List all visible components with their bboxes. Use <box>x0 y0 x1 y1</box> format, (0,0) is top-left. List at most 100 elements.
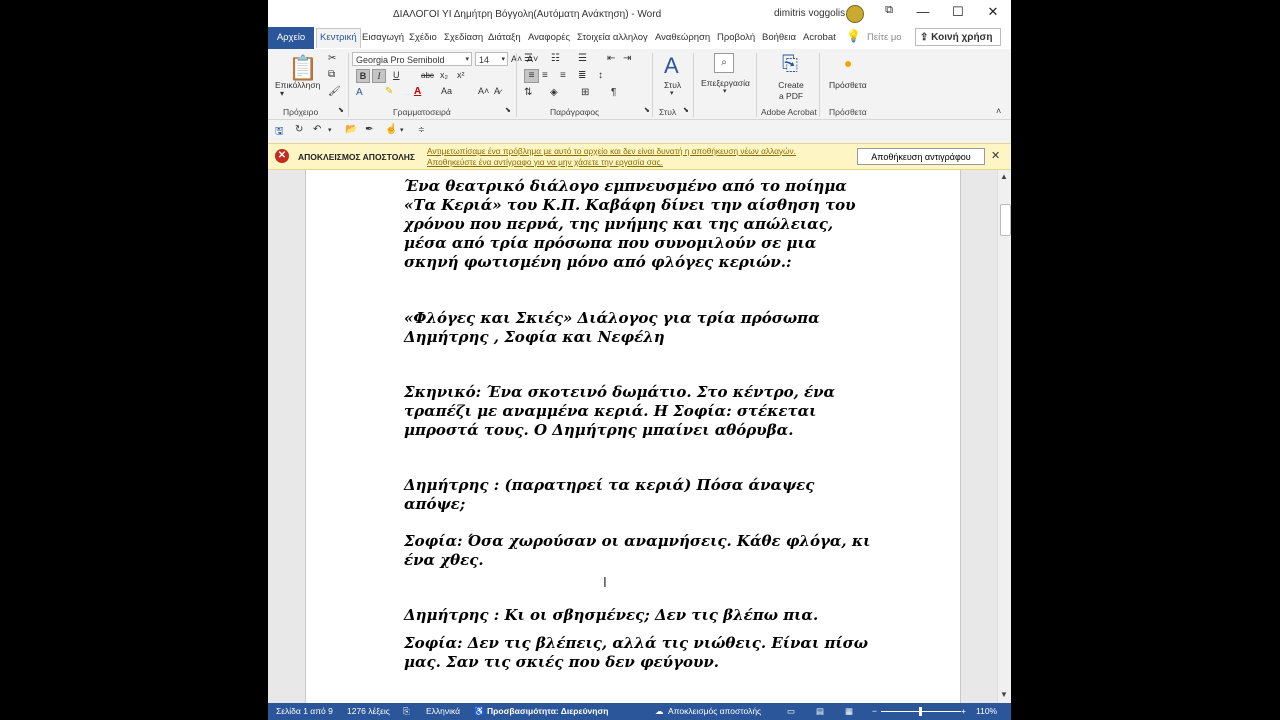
clear-formatting-icon[interactable]: A̷ <box>494 86 500 96</box>
styles-icon[interactable]: A <box>664 53 679 79</box>
styles-dropdown-icon[interactable]: ▾ <box>670 89 674 97</box>
bullets-icon[interactable]: ☰ <box>524 53 533 64</box>
paragraph-title[interactable]: «Φλόγες και Σκιές» Διάλογος για τρία πρό… <box>404 309 874 347</box>
draw-icon[interactable]: ✒ <box>365 124 373 135</box>
page-count[interactable]: Σελίδα 1 από 9 <box>276 706 333 716</box>
save-copy-button[interactable]: Αποθήκευση αντιγράφου <box>857 148 985 165</box>
user-name[interactable]: dimitris voggolis <box>774 8 845 19</box>
accessibility-status[interactable]: Προσβασιμότητα: Διερεύνηση <box>487 706 608 716</box>
grow-font-size-icon[interactable]: A˄ <box>478 86 489 96</box>
open-folder-icon[interactable]: 📂 <box>345 124 357 135</box>
document-page[interactable]: Ένα θεατρικό διάλογο εμπνευσμένο από το … <box>305 170 961 703</box>
tab-review[interactable]: Αναθεώρηση <box>655 32 710 43</box>
copy-icon[interactable]: ⧉ <box>328 69 335 80</box>
font-launcher-icon[interactable]: ⬊ <box>505 106 511 114</box>
touch-mode-icon[interactable]: ☝ <box>385 124 397 135</box>
restore-window-icon[interactable]: ⧉ <box>874 4 904 17</box>
tab-references[interactable]: Αναφορές <box>528 32 570 43</box>
numbering-icon[interactable]: ☷ <box>551 53 560 64</box>
styles-launcher-icon[interactable]: ⬊ <box>683 106 689 114</box>
scrollbar-thumb[interactable] <box>1000 204 1011 236</box>
create-pdf-button[interactable]: Create a PDF <box>777 80 805 102</box>
tab-design[interactable]: Σχέδιο <box>409 32 437 43</box>
tab-help[interactable]: Βοήθεια <box>762 32 796 43</box>
undo-icon[interactable]: ↶ <box>313 124 321 135</box>
tab-view[interactable]: Προβολή <box>717 32 755 43</box>
underline-button[interactable]: U <box>393 70 400 80</box>
italic-button[interactable]: I <box>372 69 386 83</box>
subscript-button[interactable]: x₂ <box>440 70 448 80</box>
language[interactable]: Ελληνικά <box>426 706 460 716</box>
avatar[interactable] <box>846 5 864 23</box>
save-icon[interactable]: 🖫 <box>275 124 284 141</box>
font-size-select[interactable]: 14 ▾ <box>475 52 508 66</box>
superscript-button[interactable]: x² <box>457 70 465 80</box>
strikethrough-button[interactable]: abc <box>421 71 434 80</box>
align-left-icon[interactable]: ≡ <box>524 69 539 83</box>
autosave-icon[interactable]: ↻ <box>295 124 303 135</box>
tab-acrobat[interactable]: Acrobat <box>803 32 836 43</box>
vertical-scrollbar[interactable]: ▲ ▼ <box>997 170 1011 703</box>
paragraph-dialogue-3[interactable]: Δημήτρης : Κι οι σβησμένες; Δεν τις βλέπ… <box>404 606 874 625</box>
tell-me-input[interactable]: Πείτε μο <box>867 32 902 43</box>
read-mode-icon[interactable]: ▤ <box>816 706 824 717</box>
format-painter-icon[interactable]: 🖌 <box>328 86 341 97</box>
borders-icon[interactable]: ⊞ <box>581 87 589 98</box>
addins-button[interactable]: Πρόσθετα <box>829 80 867 90</box>
bold-button[interactable]: B <box>356 69 370 83</box>
justify-icon[interactable]: ≣ <box>578 70 586 81</box>
tab-file[interactable]: Αρχείο <box>268 27 314 49</box>
shading-icon[interactable]: ◈ <box>550 87 558 98</box>
sort-icon[interactable]: ⇅ <box>524 87 532 98</box>
tab-home[interactable]: Κεντρική <box>316 28 361 48</box>
print-layout-icon[interactable]: ▦ <box>845 706 853 717</box>
scroll-down-icon[interactable]: ▼ <box>1000 690 1008 699</box>
zoom-level[interactable]: 110% <box>976 706 997 716</box>
proofing-icon[interactable]: ⎘ <box>403 706 410 717</box>
touch-dropdown-icon[interactable]: ▾ <box>400 126 404 134</box>
align-center-icon[interactable]: ≡ <box>542 70 548 81</box>
show-formatting-icon[interactable]: ¶ <box>611 87 616 98</box>
message-line-2[interactable]: Αποθηκεύστε ένα αντίγραφο για να μην χάσ… <box>427 157 847 168</box>
tab-mailings[interactable]: Στοιχεία αλληλογ <box>577 32 648 43</box>
tab-draw[interactable]: Σχεδίαση <box>444 32 483 43</box>
paragraph-dialogue-4[interactable]: Σοφία: Δεν τις βλέπεις, αλλά τις νιώθεις… <box>404 634 874 672</box>
maximize-button[interactable]: ☐ <box>943 4 973 20</box>
lightbulb-icon[interactable]: 💡 <box>846 29 861 43</box>
clipboard-launcher-icon[interactable]: ⬊ <box>338 106 344 114</box>
close-message-icon[interactable]: ✕ <box>991 149 1000 162</box>
tab-layout[interactable]: Διάταξη <box>488 32 521 43</box>
paragraph-intro[interactable]: Ένα θεατρικό διάλογο εμπνευσμένο από το … <box>404 177 874 272</box>
search-icon[interactable]: ⌕ <box>714 53 734 73</box>
zoom-slider-thumb[interactable] <box>919 707 922 716</box>
decrease-indent-icon[interactable]: ⇤ <box>607 53 615 64</box>
message-line-1[interactable]: Αντιμετωπίσαμε ένα πρόβλημα με αυτό το α… <box>427 146 847 157</box>
undo-dropdown-icon[interactable]: ▾ <box>328 126 332 134</box>
increase-indent-icon[interactable]: ⇥ <box>623 53 631 64</box>
close-button[interactable]: ✕ <box>978 4 1008 20</box>
paragraph-dialogue-2[interactable]: Σοφία: Όσα χωρούσαν οι αναμνήσεις. Κάθε … <box>404 532 874 570</box>
upload-status[interactable]: Αποκλεισμός αποστολής <box>668 706 761 716</box>
paste-dropdown-icon[interactable]: ▾ <box>280 89 284 98</box>
paragraph-launcher-icon[interactable]: ⬊ <box>644 106 650 114</box>
line-spacing-icon[interactable]: ↕ <box>598 70 603 81</box>
addins-icon[interactable]: ● <box>844 55 852 71</box>
tab-insert[interactable]: Εισαγωγή <box>362 32 404 43</box>
change-case-icon[interactable]: Aa <box>441 86 452 96</box>
focus-icon[interactable]: ▭ <box>787 706 795 717</box>
collapse-ribbon-icon[interactable]: ˄ <box>996 106 1001 116</box>
font-color-icon[interactable]: A <box>414 86 421 97</box>
paragraph-scene[interactable]: Σκηνικό: Ένα σκοτεινό δωμάτιο. Στο κέντρ… <box>404 383 874 440</box>
message-text[interactable]: Αντιμετωπίσαμε ένα πρόβλημα με αυτό το α… <box>427 146 847 168</box>
paste-icon[interactable]: 📋 <box>288 54 318 83</box>
share-button[interactable]: ⇪ Κοινή χρήση <box>915 28 1001 46</box>
zoom-out-icon[interactable]: − <box>872 706 877 716</box>
font-name-select[interactable]: Georgia Pro Semibold ▾ <box>352 52 472 66</box>
highlight-icon[interactable]: ✎ <box>385 86 393 97</box>
word-count[interactable]: 1276 λέξεις <box>347 706 390 716</box>
customize-qat-icon[interactable]: ≑ <box>418 125 425 134</box>
minimize-button[interactable]: — <box>908 4 938 19</box>
zoom-in-icon[interactable]: + <box>961 706 966 716</box>
paragraph-dialogue-1[interactable]: Δημήτρης : (παρατηρεί τα κεριά) Πόσα άνα… <box>404 476 874 514</box>
cut-icon[interactable]: ✂ <box>328 53 336 64</box>
